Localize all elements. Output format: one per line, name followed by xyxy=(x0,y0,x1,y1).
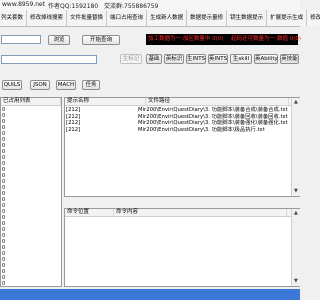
tab-3[interactable]: 端口占用查询 xyxy=(107,10,148,26)
row-name: [212] xyxy=(66,126,81,133)
en-ints-button[interactable]: 英INTS xyxy=(208,54,228,64)
command-header: 命令位置 命令内容 xyxy=(65,209,299,217)
filter-json-button[interactable]: JSON xyxy=(30,80,50,90)
group-contact: 交流群:755886759 xyxy=(104,3,159,10)
gen-ints-button[interactable]: 生INTS xyxy=(186,54,206,64)
tab-strip: 列关套数 修改掉线搜索 文件批量替换 端口占用查询 生成新人数据 数据提示量修 … xyxy=(0,10,320,27)
row-path: Mir200\Envir\QuestDiary\3. 功能脚本\极品执行.txt xyxy=(138,126,265,133)
line-number: 0 xyxy=(2,281,6,287)
en-mark-button[interactable]: 英标识 xyxy=(164,54,184,64)
column-command-position: 命令位置 xyxy=(65,209,114,216)
red-status-1: 加工数据为一:加区数量中 0(0) xyxy=(148,36,224,42)
base-button[interactable]: 基础 xyxy=(146,54,162,64)
column-hint-name: 提示名称 xyxy=(65,98,146,105)
status-bar xyxy=(0,289,300,300)
tab-4[interactable]: 生成新人数据 xyxy=(147,10,188,26)
en-ability-button[interactable]: 英Ability xyxy=(254,54,278,64)
filter-mach-button[interactable]: MACH xyxy=(56,80,76,90)
shape-input[interactable] xyxy=(1,55,97,64)
tab-6[interactable]: 钥生数据提示 xyxy=(227,10,268,26)
title-bar: www.8959.net 作者QQ:1592180 交流群:755886759 xyxy=(0,0,300,10)
tab-2[interactable]: 文件批量替换 xyxy=(67,10,108,26)
column-command-content: 命令内容 xyxy=(114,209,287,216)
command-scrollbar[interactable]: ▲ ▼ xyxy=(291,209,300,286)
occupied-list-title: 已占用列表 xyxy=(1,98,61,105)
column-file-path: 文件路径 xyxy=(146,98,289,105)
author-contact: 作者QQ:1592180 xyxy=(48,3,99,10)
tab-5[interactable]: 数据提示量修 xyxy=(187,10,228,26)
scroll-up-arrow-icon[interactable]: ▲ xyxy=(294,210,298,216)
site-url: www.8959.net xyxy=(2,1,46,8)
tab-8[interactable]: 修改 xyxy=(307,10,320,26)
en-skill-button[interactable]: 英技能 xyxy=(280,54,299,64)
row-path: Mir200\Envir\QuestDiary\3. 功能脚本\装备强化\装备强… xyxy=(138,120,288,126)
red-status-2: 起码还可数量为一:数值 0(0) xyxy=(231,36,302,42)
scroll-down-arrow-icon[interactable]: ▼ xyxy=(294,188,298,194)
occupied-list-header: 已占用列表 xyxy=(1,98,61,106)
start-query-button[interactable]: 开始查询 xyxy=(82,35,120,45)
scroll-down-arrow-icon[interactable]: ▼ xyxy=(294,278,298,284)
row-path: Mir200\Envir\QuestDiary\3. 功能脚本\装备回收\装备回… xyxy=(138,113,288,120)
tab-0[interactable]: 列关套数 xyxy=(0,10,28,26)
results-panel[interactable]: 提示名称 文件路径 [212] Mir200\Envir\QuestDiary\3… xyxy=(64,97,300,197)
table-row[interactable]: [212] Mir200\Envir\QuestDiary\3. 功能脚本\极品执… xyxy=(66,127,265,134)
filter-quils-button[interactable]: QUILS xyxy=(2,80,22,90)
filter-task-button[interactable]: 任务 xyxy=(82,80,100,90)
gen-skill-button[interactable]: 生skill xyxy=(230,54,252,64)
results-scrollbar[interactable]: ▲ ▼ xyxy=(291,98,300,196)
command-panel[interactable]: 命令位置 命令内容 ▲ ▼ xyxy=(64,208,300,287)
mark-button-disabled[interactable]: 生标记 xyxy=(120,54,142,64)
tab-7[interactable]: 扩展提示生成 xyxy=(267,10,308,26)
results-header: 提示名称 文件路径 xyxy=(65,98,299,106)
tab-1[interactable]: 修改掉线搜索 xyxy=(27,10,68,26)
red-status-display: 加工数据为一:加区数量中 0(0) 起码还可数量为一:数值 0(0) xyxy=(146,34,302,45)
browse-button[interactable]: 浏览 xyxy=(48,35,70,45)
occupied-list-panel[interactable]: 已占用列表 0 0 0 0 0 0 0 0 0 0 0 0 0 0 0 0 0 … xyxy=(0,97,62,287)
scroll-up-arrow-icon[interactable]: ▲ xyxy=(294,99,298,105)
row-path: Mir200\Envir\QuestDiary\3. 功能脚本\装备合成\装备合… xyxy=(138,107,288,113)
path-input[interactable] xyxy=(1,35,41,44)
